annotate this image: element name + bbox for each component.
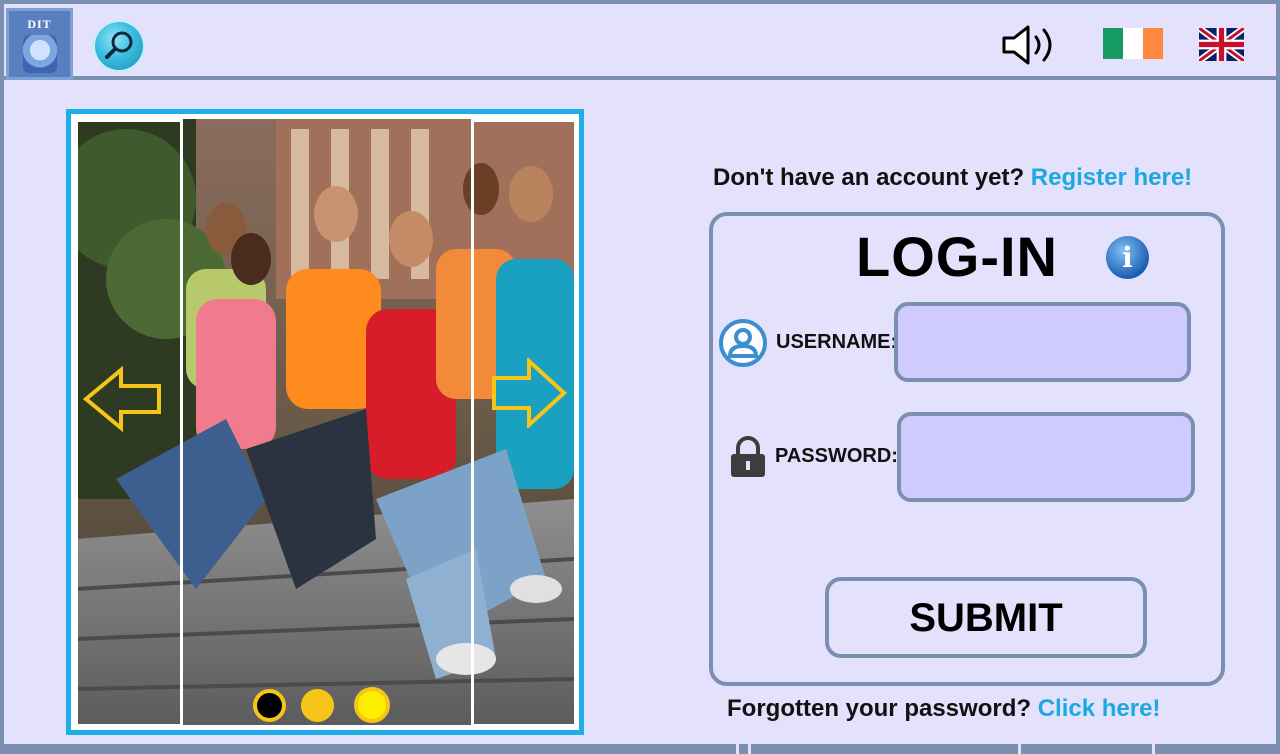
username-label: USERNAME:	[776, 331, 898, 353]
arrow-right-icon	[492, 356, 567, 430]
slider-dot-1[interactable]	[253, 689, 286, 722]
login-title: LOG-IN	[856, 225, 1058, 288]
logo-text: DIT	[27, 17, 52, 31]
slider-prev-button[interactable]	[82, 365, 163, 433]
frame-bottom	[0, 744, 1280, 754]
password-label: PASSWORD:	[775, 445, 898, 467]
slider-dot-2[interactable]	[301, 689, 334, 722]
arrow-left-icon	[82, 365, 161, 433]
submit-button[interactable]: SUBMIT	[825, 577, 1147, 658]
register-prompt: Don't have an account yet? Register here…	[713, 164, 1192, 192]
register-link[interactable]: Register here!	[1031, 164, 1192, 191]
search-button[interactable]	[95, 22, 143, 70]
forgot-prompt-text: Forgotten your password?	[727, 695, 1032, 722]
image-slider[interactable]	[66, 109, 584, 735]
frame-right	[1276, 0, 1280, 754]
slider-dot-3[interactable]	[354, 687, 390, 723]
info-icon[interactable]: i	[1106, 236, 1149, 279]
ireland-flag-icon[interactable]	[1103, 28, 1163, 59]
forgot-password-link[interactable]: Click here!	[1038, 695, 1161, 722]
search-icon	[105, 31, 133, 59]
forgot-password-prompt: Forgotten your password? Click here!	[727, 695, 1160, 723]
uk-flag-icon[interactable]	[1197, 25, 1246, 64]
top-bar: DIT	[0, 0, 1280, 80]
frame-left	[0, 0, 4, 754]
user-icon	[718, 318, 768, 368]
password-input[interactable]	[897, 412, 1195, 502]
sound-button[interactable]	[1000, 22, 1066, 68]
speaker-icon	[1002, 25, 1052, 65]
lock-icon	[728, 436, 768, 478]
username-input[interactable]	[894, 302, 1191, 382]
dit-logo[interactable]: DIT	[6, 8, 73, 80]
register-prompt-text: Don't have an account yet?	[713, 164, 1025, 191]
logo-emblem-icon	[23, 35, 57, 73]
slider-next-button[interactable]	[491, 356, 567, 430]
